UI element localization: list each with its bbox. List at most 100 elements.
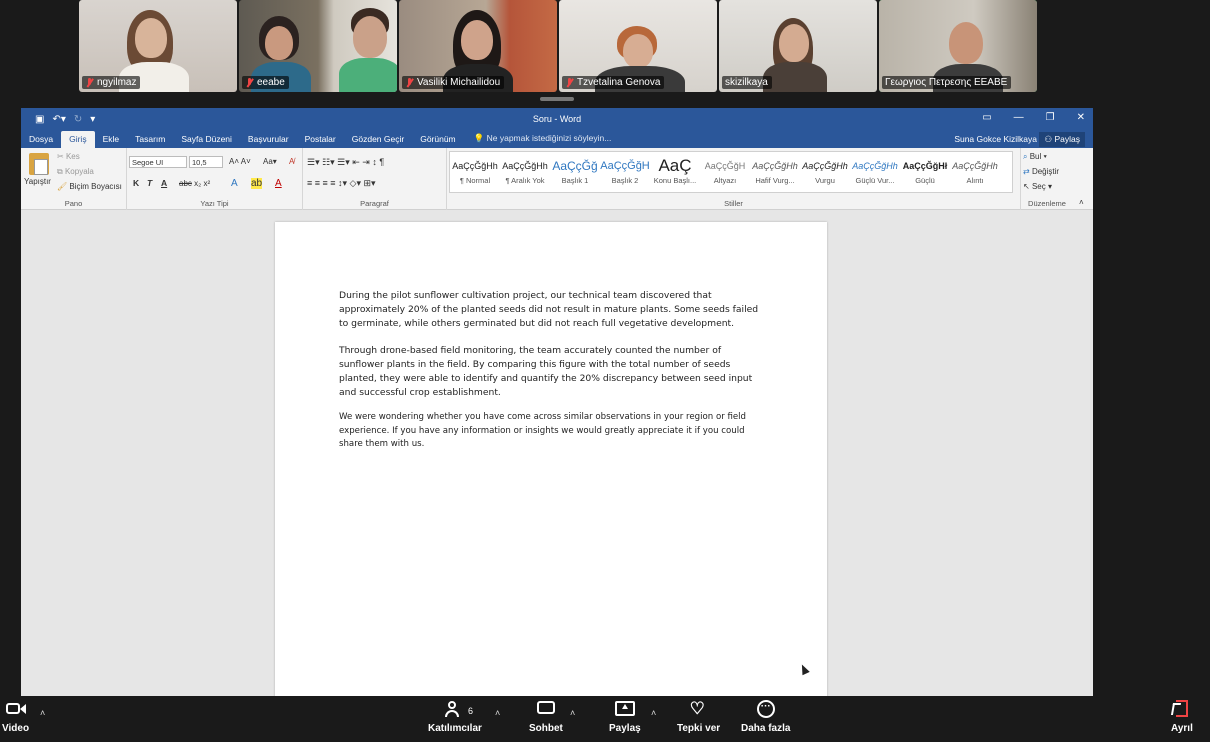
document-paragraph[interactable]: Through drone-based field monitoring, th… (339, 344, 759, 400)
document-page[interactable]: During the pilot sunflower cultivation p… (275, 222, 827, 696)
restore-icon[interactable]: ❐ (1046, 112, 1055, 123)
participant-tile[interactable]: Vasiliki Michailidou (399, 0, 557, 92)
bold-button[interactable]: K (133, 178, 139, 188)
change-case-icon[interactable]: Aa▾ (263, 157, 277, 166)
participant-name-label: skizilkaya (722, 76, 772, 89)
mic-muted-icon (245, 77, 254, 88)
select-button[interactable]: ↖ Seç ▾ (1023, 182, 1052, 191)
tab-references[interactable]: Başvurular (240, 131, 297, 148)
participants-button[interactable]: Katılımcılar (428, 700, 482, 734)
font-group-label: Yazı Tipi (200, 199, 229, 208)
tab-layout[interactable]: Sayfa Düzeni (173, 131, 240, 148)
share-screen-icon (614, 700, 635, 718)
tab-insert[interactable]: Ekle (95, 131, 128, 148)
participants-options-caret[interactable]: ˄ (495, 708, 500, 718)
style-no-spacing[interactable]: AaÇçĞğHh ¶ Aralık Yok (500, 152, 550, 192)
participant-strip: ngyilmaz eeabe Vasiliki Michailidou Tzve… (79, 0, 1037, 92)
more-button[interactable]: ··· Daha fazla (741, 700, 790, 734)
participant-tile[interactable]: eeabe (239, 0, 397, 92)
video-camera-icon (5, 700, 26, 718)
styles-gallery: AaÇçĞğHh ¶ Normal AaÇçĞğHh ¶ Aralık Yok Aa… (449, 151, 1013, 193)
participant-tile[interactable]: Tzvetalina Genova (559, 0, 717, 92)
editing-group: ⌕ Bul ▾ ⇄ Değiştir ↖ Seç ▾ Düzenleme (1021, 148, 1073, 210)
paste-icon[interactable] (29, 153, 49, 175)
window-controls: ▭ — ❐ ✕ (982, 112, 1085, 123)
share-screen-button[interactable]: Paylaş (609, 700, 641, 734)
tab-view[interactable]: Görünüm (412, 131, 463, 148)
paste-button[interactable]: Yapıştır (24, 177, 51, 186)
share-options-caret[interactable]: ˄ (651, 708, 656, 718)
align-icon[interactable]: ≡ ≡ ≡ ≡ ↕▾ ◇▾ ⊞▾ (307, 178, 376, 189)
style-strong[interactable]: AaÇçĞğHł Güçlü (900, 152, 950, 192)
title-bar: ▣ ↶▾ ↻ ▾ Soru - Word ▭ — ❐ ✕ (21, 108, 1093, 130)
close-icon[interactable]: ✕ (1077, 112, 1085, 123)
copy-button[interactable]: ⧉ Kopyala (57, 167, 94, 177)
ribbon-display-icon[interactable]: ▭ (982, 112, 991, 123)
heart-icon: ♡ (689, 699, 705, 718)
find-button[interactable]: ⌕ Bul ▾ (1023, 152, 1047, 162)
font-size-select[interactable]: 10,5 (189, 156, 223, 168)
style-emphasis[interactable]: AaÇçĞğHh Vurgu (800, 152, 850, 192)
grow-font-icon[interactable]: A˄ A˅ (229, 157, 251, 166)
mic-muted-icon (565, 77, 574, 88)
tab-file[interactable]: Dosya (21, 131, 61, 148)
highlight-icon[interactable]: ab (251, 178, 263, 189)
tell-me-box[interactable]: 💡 Ne yapmak istediğinizi söyleyin... (464, 130, 620, 148)
ribbon-tabs: Dosya Giriş Ekle Tasarım Sayfa Düzeni Ba… (21, 130, 1093, 148)
cut-button[interactable]: ✂ Kes (57, 152, 80, 161)
collapse-ribbon-icon[interactable]: ˄ (1079, 198, 1084, 207)
document-paragraph[interactable]: During the pilot sunflower cultivation p… (339, 289, 759, 331)
text-effects-icon[interactable]: A (231, 178, 238, 189)
styles-group-label: Stiller (724, 199, 743, 208)
mic-muted-icon (405, 77, 414, 88)
tab-review[interactable]: Gözden Geçir (344, 131, 412, 148)
participant-name-label: Tzvetalina Genova (562, 76, 665, 89)
participant-name-label: ngyilmaz (82, 76, 141, 89)
clipboard-group-label: Pano (64, 199, 83, 208)
share-button[interactable]: ⚇ Paylaş (1039, 132, 1085, 147)
copy-icon: ⧉ (57, 167, 63, 176)
word-window: ▣ ↶▾ ↻ ▾ Soru - Word ▭ — ❐ ✕ Dosya Giriş… (21, 108, 1093, 696)
chat-options-caret[interactable]: ˄ (570, 708, 575, 718)
replace-button[interactable]: ⇄ Değiştir (1023, 167, 1059, 176)
video-options-caret[interactable]: ˄ (40, 708, 45, 718)
chat-bubble-icon (536, 700, 556, 718)
style-heading-1[interactable]: AaÇçĞğ Başlık 1 (550, 152, 600, 192)
scissors-icon: ✂ (57, 152, 64, 161)
style-quote[interactable]: AaÇçĞğHh Alıntı (950, 152, 1000, 192)
leave-door-icon (1170, 700, 1192, 718)
editing-group-label: Düzenleme (1028, 199, 1066, 208)
active-speaker-tile[interactable]: Γεωργιος Πετρεσης ΕΕΑΒΕ (879, 0, 1037, 92)
style-heading-2[interactable]: AaÇçĞğH Başlık 2 (600, 152, 650, 192)
react-button[interactable]: ♡ Tepki ver (677, 700, 720, 734)
format-painter-button[interactable]: 🖌 Biçim Boyacısı (57, 182, 122, 191)
style-subtitle[interactable]: AaÇçĞğH Altyazı (700, 152, 750, 192)
person-icon: ⚇ (1044, 134, 1053, 144)
italic-button[interactable]: T (147, 178, 152, 188)
font-color-icon[interactable]: A (275, 178, 282, 189)
tab-home[interactable]: Giriş (61, 131, 95, 148)
participant-tile[interactable]: ngyilmaz (79, 0, 237, 92)
style-title[interactable]: AaÇ Konu Başlı... (650, 152, 700, 192)
paragraph-group: ☰▾ ☷▾ ☰▾ ⇤ ⇥ ↕ ¶ ≡ ≡ ≡ ≡ ↕▾ ◇▾ ⊞▾ Paragr… (303, 148, 447, 210)
participant-name-label: Vasiliki Michailidou (402, 76, 505, 89)
tab-mailings[interactable]: Postalar (297, 131, 344, 148)
leave-button[interactable]: Ayrıl (1170, 700, 1193, 734)
chat-button[interactable]: Sohbet (529, 700, 563, 734)
user-name[interactable]: Suna Gokce Kizilkaya (954, 134, 1037, 144)
clear-format-icon[interactable]: A̸ (289, 157, 294, 166)
participant-tile[interactable]: skizilkaya (719, 0, 877, 92)
style-normal[interactable]: AaÇçĞğHh ¶ Normal (450, 152, 500, 192)
strip-drag-handle[interactable] (540, 97, 574, 101)
tab-design[interactable]: Tasarım (127, 131, 173, 148)
style-subtle-emphasis[interactable]: AaÇçĞğHh Hafif Vurg... (750, 152, 800, 192)
strikethrough-icon[interactable]: abc x₂ x² (179, 179, 210, 188)
underline-button[interactable]: A (161, 178, 167, 188)
bullets-icon[interactable]: ☰▾ ☷▾ ☰▾ ⇤ ⇥ ↕ ¶ (307, 157, 384, 168)
style-intense-emphasis[interactable]: AaÇçĞğHh Güçlü Vur... (850, 152, 900, 192)
mic-muted-icon (85, 77, 94, 88)
minimize-icon[interactable]: — (1014, 112, 1024, 123)
font-family-select[interactable]: Segoe UI (129, 156, 187, 168)
document-paragraph[interactable]: We were wondering whether you have come … (339, 411, 759, 452)
video-button[interactable]: Video (2, 700, 29, 734)
